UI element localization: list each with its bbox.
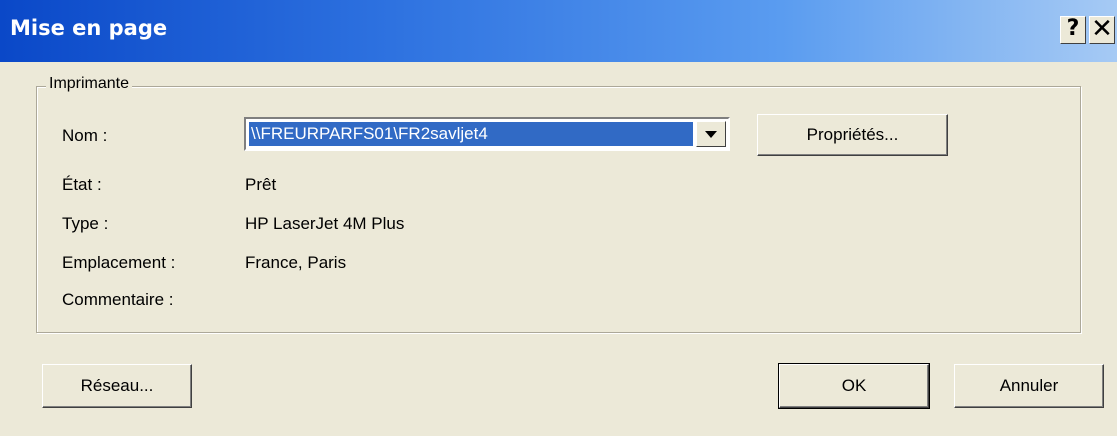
comment-label: Commentaire : bbox=[62, 290, 174, 309]
location-label: Emplacement : bbox=[62, 253, 176, 272]
type-label: Type : bbox=[62, 214, 109, 233]
chevron-down-icon bbox=[705, 131, 717, 138]
title-bar[interactable]: Mise en page ? ✕ bbox=[0, 0, 1117, 62]
type-value: HP LaserJet 4M Plus bbox=[245, 214, 405, 233]
printer-name-dropdown[interactable]: \\FREURPARFS01\FR2savljet4 bbox=[244, 117, 730, 151]
close-icon: ✕ bbox=[1091, 14, 1113, 44]
question-mark-icon: ? bbox=[1066, 16, 1080, 41]
help-button[interactable]: ? bbox=[1060, 16, 1086, 44]
dropdown-arrow-button[interactable] bbox=[696, 121, 726, 147]
state-label: État : bbox=[62, 175, 102, 194]
ok-button[interactable]: OK bbox=[778, 363, 930, 409]
state-value: Prêt bbox=[245, 175, 277, 194]
network-button[interactable]: Réseau... bbox=[42, 364, 192, 408]
name-label: Nom : bbox=[62, 126, 108, 145]
window-title: Mise en page bbox=[10, 16, 168, 40]
printer-group-label: Imprimante bbox=[46, 75, 133, 93]
printer-name-value: \\FREURPARFS01\FR2savljet4 bbox=[249, 122, 693, 146]
cancel-button[interactable]: Annuler bbox=[954, 364, 1104, 408]
properties-button[interactable]: Propriétés... bbox=[757, 114, 948, 156]
location-value: France, Paris bbox=[245, 253, 347, 272]
close-button[interactable]: ✕ bbox=[1089, 16, 1115, 44]
